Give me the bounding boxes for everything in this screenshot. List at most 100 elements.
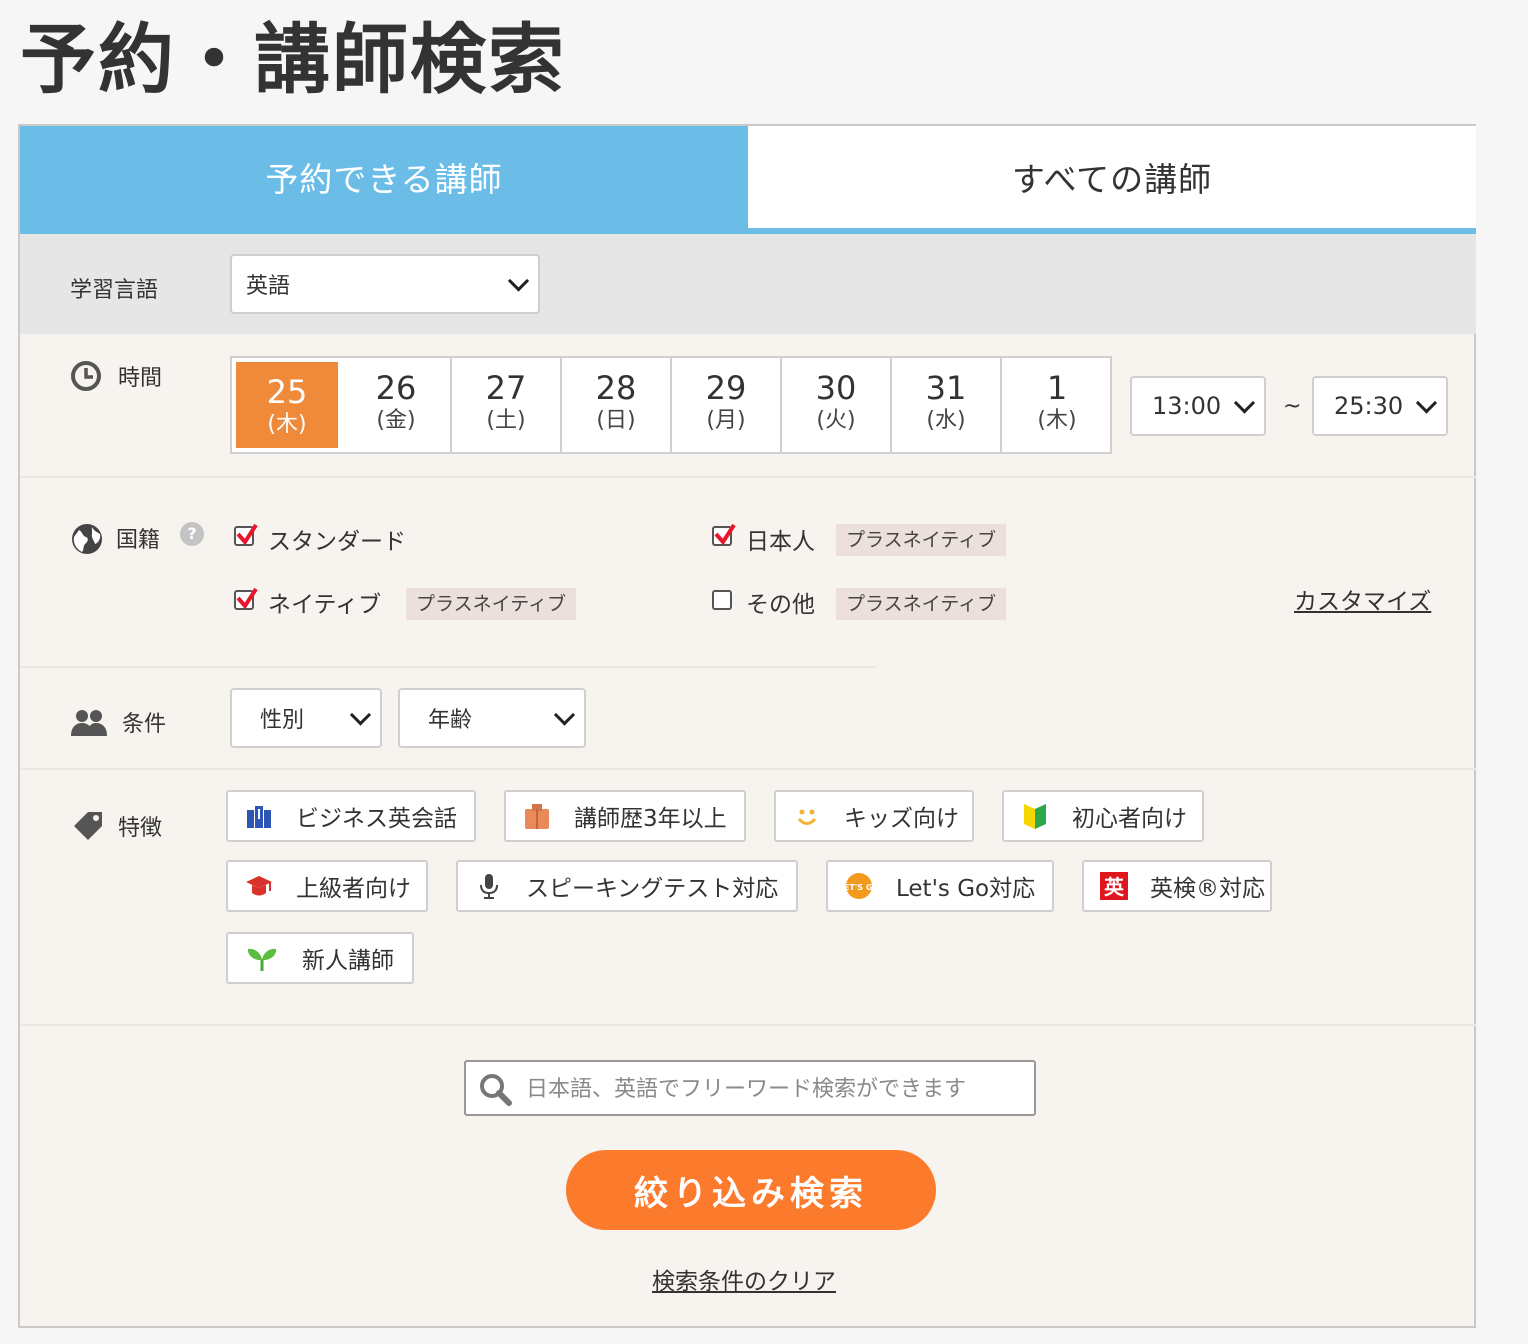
smile-icon [792,801,822,831]
language-row: 学習言語 英語 [20,234,1476,334]
date-weekday: (火) [816,408,856,433]
feature-label: 上級者向け [296,876,411,902]
date-day: 1 [1046,369,1068,407]
date-selector: 25 (木) 26 (金) 27 (土) 28 (日) 29 (月) 30 (火) 31 (水… [230,356,1112,454]
feature-label: キッズ向け [844,806,959,832]
time-to-select[interactable]: 25:30 [1312,376,1448,436]
feature-new-teacher[interactable]: 新人講師 [226,932,414,984]
tab-bar: 予約できる講師 すべての講師 [20,126,1476,234]
date-weekday: (金) [376,408,416,433]
date-day: 28 [595,369,637,407]
language-select-value: 英語 [246,274,291,299]
search-panel: 予約できる講師 すべての講師 学習言語 英語 時間 25 (木) 26 (金) 27… [18,124,1476,1328]
clear-conditions-link[interactable]: 検索条件のクリア [652,1262,836,1296]
checkbox-native[interactable] [234,587,258,610]
feature-label: 新人講師 [302,948,394,974]
feature-experience[interactable]: 講師歴3年以上 [504,790,746,842]
section-divider [20,666,876,668]
time-label: 時間 [118,366,163,391]
checkbox-standard[interactable] [234,523,258,546]
features-label: 特徴 [118,816,163,841]
section-divider [20,1024,1476,1026]
date-cell[interactable]: 1 (木) [1002,358,1112,452]
date-cell[interactable]: 29 (月) [672,358,782,452]
feature-label: スピーキングテスト対応 [526,876,779,902]
feature-kids[interactable]: キッズ向け [774,790,974,842]
date-weekday: (月) [706,408,746,433]
lets-go-icon-text: LET'S GO [844,883,874,892]
customize-link[interactable]: カスタマイズ [1294,582,1431,616]
chevron-down-icon [349,704,372,726]
tab-available-teachers[interactable]: 予約できる講師 [20,126,748,228]
graduation-cap-icon [244,871,274,901]
filter-search-button[interactable]: 絞り込み検索 [566,1150,936,1230]
search-box [464,1060,1036,1116]
language-label: 学習言語 [70,278,159,303]
conditions-label: 条件 [122,712,167,737]
date-day: 26 [375,369,417,407]
search-icon [480,1074,512,1106]
checkbox-japanese[interactable] [712,523,736,546]
plus-native-badge: プラスネイティブ [406,588,577,620]
time-from-value: 13:00 [1152,392,1222,420]
chevron-down-icon [1233,392,1256,414]
language-select[interactable]: 英語 [230,254,540,314]
date-cell[interactable]: 26 (金) [342,358,452,452]
feature-eiken[interactable]: 英 英検®対応 [1082,860,1272,912]
age-select[interactable]: 年齢 [398,688,586,748]
checkbox-other[interactable] [712,590,732,610]
experience-icon [522,801,552,831]
page-title: 予約・講師検索 [20,15,566,104]
date-weekday: (木) [267,412,307,437]
plus-native-badge: プラスネイティブ [836,524,1007,556]
date-cell[interactable]: 25 (木) [232,358,342,452]
globe-icon [72,524,102,554]
date-cell[interactable]: 28 (日) [562,358,672,452]
date-day: 30 [815,369,857,407]
feature-business[interactable]: ビジネス英会話 [226,790,476,842]
date-day: 31 [925,369,967,407]
option-standard-label: スタンダード [268,529,406,555]
search-input[interactable] [524,1070,1028,1108]
section-divider [20,476,1476,478]
time-from-select[interactable]: 13:00 [1130,376,1266,436]
date-day: 29 [705,369,747,407]
feature-advanced[interactable]: 上級者向け [226,860,428,912]
tag-icon [74,812,102,840]
lets-go-icon: LET'S GO [839,871,879,901]
eiken-icon: 英 [1100,872,1128,900]
help-icon[interactable]: ? [180,522,204,546]
gender-select[interactable]: 性別 [230,688,382,748]
date-cell[interactable]: 30 (火) [782,358,892,452]
business-icon [244,801,274,831]
section-divider [20,768,1476,770]
sprout-icon [244,943,280,973]
nationality-label: 国籍 [116,528,161,553]
time-to-value: 25:30 [1334,392,1404,420]
clock-icon [71,361,101,391]
date-weekday: (木) [1037,408,1077,433]
date-cell[interactable]: 31 (水) [892,358,1002,452]
tab-all-teachers[interactable]: すべての講師 [748,126,1476,228]
feature-speaking-test[interactable]: スピーキングテスト対応 [456,860,798,912]
feature-label: 英検®対応 [1150,876,1265,902]
option-japanese-label: 日本人 [746,529,815,555]
feature-label: ビジネス英会話 [296,806,457,832]
feature-label: Let's Go対応 [896,876,1036,902]
gender-select-value: 性別 [260,708,305,733]
date-weekday: (日) [596,408,636,433]
plus-native-badge: プラスネイティブ [836,588,1007,620]
date-cell[interactable]: 27 (土) [452,358,562,452]
date-weekday: (水) [926,408,966,433]
feature-lets-go[interactable]: LET'S GO Let's Go対応 [826,860,1054,912]
time-separator: ~ [1283,394,1302,419]
chevron-down-icon [507,270,530,292]
date-weekday: (土) [486,408,526,433]
feature-beginner[interactable]: 初心者向け [1002,790,1204,842]
date-day: 27 [485,369,527,407]
chevron-down-icon [553,704,576,726]
feature-label: 初心者向け [1072,806,1187,832]
users-icon [71,710,107,736]
microphone-icon [474,871,504,901]
age-select-value: 年齢 [428,708,473,733]
